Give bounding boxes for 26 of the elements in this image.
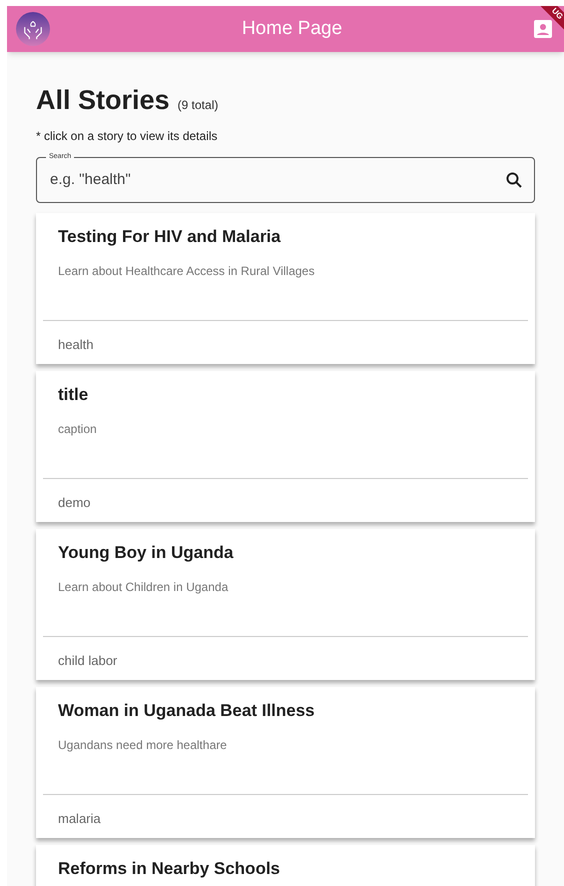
app-bar-title: Home Page xyxy=(242,16,342,41)
story-tag: health xyxy=(43,321,528,364)
story-title: Woman in Uganada Beat Illness xyxy=(57,700,316,722)
story-count: (9 total) xyxy=(178,97,218,114)
story-caption: caption xyxy=(57,421,98,438)
story-caption: Learn about Children in Uganda xyxy=(57,579,230,596)
story-card[interactable]: Reforms in Nearby Schools xyxy=(36,844,535,886)
story-caption: Ugandans need more healthare xyxy=(57,737,228,754)
story-caption: Learn about Healthcare Access in Rural Villages xyxy=(57,263,316,280)
logo-icon[interactable] xyxy=(16,12,50,46)
story-card[interactable]: Testing For HIV and Malaria Learn about Healthcare Access in Rural Villages health xyxy=(36,212,535,364)
story-card[interactable]: Young Boy in Uganda Learn about Children in Uganda child labor xyxy=(36,528,535,680)
story-card[interactable]: Woman in Uganada Beat Illness Ugandans need more healthare malaria xyxy=(36,686,535,838)
hint-text: * click on a story to view its details xyxy=(36,128,218,144)
search-field[interactable]: e.g. "health" xyxy=(36,156,535,202)
story-card[interactable]: title caption demo xyxy=(36,370,535,522)
profile-icon[interactable] xyxy=(534,20,552,38)
story-title: title xyxy=(57,384,90,406)
story-tag: child labor xyxy=(43,637,528,680)
story-title: Reforms in Nearby Schools xyxy=(57,858,282,880)
page-title: All Stories xyxy=(36,84,170,117)
story-tag: malaria xyxy=(43,795,528,838)
search-icon[interactable] xyxy=(506,172,522,188)
story-tag: demo xyxy=(43,479,528,522)
story-title: Young Boy in Uganda xyxy=(57,542,234,564)
story-title: Testing For HIV and Malaria xyxy=(57,226,282,248)
